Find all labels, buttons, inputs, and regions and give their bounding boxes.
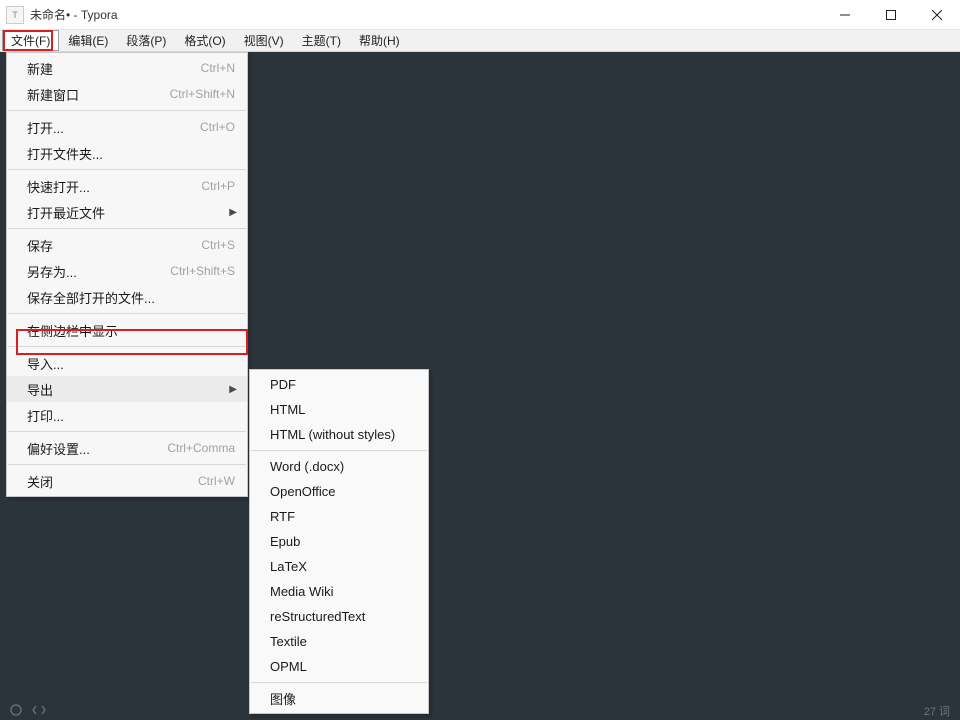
export-menu-item[interactable]: Word (.docx) <box>250 454 428 479</box>
menu-item[interactable]: 编辑(E) <box>59 30 117 51</box>
menu-item-label: 打开最近文件 <box>27 203 235 222</box>
window-title: 未命名• - Typora <box>30 6 118 23</box>
menu-separator <box>8 228 246 229</box>
menu-item-label: 打印... <box>27 406 235 425</box>
menu-item-shortcut: Ctrl+O <box>200 120 235 134</box>
menu-item-shortcut: Ctrl+P <box>201 179 235 193</box>
menu-item[interactable]: 帮助(H) <box>350 30 409 51</box>
menu-item-label: 导出 <box>27 380 235 399</box>
export-menu-item[interactable]: Media Wiki <box>250 579 428 604</box>
menu-item-label: 打开文件夹... <box>27 144 235 163</box>
export-menu-item[interactable]: OPML <box>250 654 428 679</box>
export-menu-item[interactable]: Epub <box>250 529 428 554</box>
file-menu-item[interactable]: 打开最近文件▶ <box>7 199 247 225</box>
file-menu-item[interactable]: 偏好设置...Ctrl+Comma <box>7 435 247 461</box>
menu-item-label: 保存 <box>27 236 201 255</box>
file-menu-item[interactable]: 保存Ctrl+S <box>7 232 247 258</box>
file-menu-item[interactable]: 打印... <box>7 402 247 428</box>
menu-item-shortcut: Ctrl+Comma <box>167 441 235 455</box>
file-menu-item[interactable]: 打开...Ctrl+O <box>7 114 247 140</box>
menu-bar: 文件(F)编辑(E)段落(P)格式(O)视图(V)主题(T)帮助(H) <box>0 30 960 52</box>
menu-separator <box>251 450 427 451</box>
code-icon[interactable] <box>32 704 46 719</box>
menu-item[interactable]: 段落(P) <box>117 30 175 51</box>
status-bar: 27 词 <box>0 702 960 720</box>
menu-item-shortcut: Ctrl+W <box>198 474 235 488</box>
title-bar: T 未命名• - Typora <box>0 0 960 30</box>
file-menu-item[interactable]: 关闭Ctrl+W <box>7 468 247 494</box>
menu-item-label: 关闭 <box>27 472 198 491</box>
file-menu-dropdown: 新建Ctrl+N新建窗口Ctrl+Shift+N打开...Ctrl+O打开文件夹… <box>6 52 248 497</box>
menu-item-shortcut: Ctrl+N <box>201 61 235 75</box>
export-menu-item[interactable]: OpenOffice <box>250 479 428 504</box>
menu-separator <box>8 464 246 465</box>
menu-item[interactable]: 文件(F) <box>2 30 59 51</box>
minimize-button[interactable] <box>822 0 868 30</box>
menu-item-label: 新建窗口 <box>27 85 170 104</box>
close-button[interactable] <box>914 0 960 30</box>
menu-item-label: 快速打开... <box>27 177 201 196</box>
menu-item[interactable]: 格式(O) <box>175 30 234 51</box>
menu-item-shortcut: Ctrl+S <box>201 238 235 252</box>
menu-separator <box>8 431 246 432</box>
export-menu-item[interactable]: reStructuredText <box>250 604 428 629</box>
menu-item[interactable]: 视图(V) <box>235 30 293 51</box>
export-menu-item[interactable]: 图像 <box>250 686 428 711</box>
file-menu-item[interactable]: 新建Ctrl+N <box>7 55 247 81</box>
menu-item-shortcut: Ctrl+Shift+N <box>170 87 235 101</box>
menu-item-label: 打开... <box>27 118 200 137</box>
export-menu-item[interactable]: HTML (without styles) <box>250 422 428 447</box>
menu-separator <box>8 110 246 111</box>
file-menu-item[interactable]: 在侧边栏中显示 <box>7 317 247 343</box>
word-count[interactable]: 27 词 <box>924 703 950 719</box>
menu-item-label: 另存为... <box>27 262 170 281</box>
menu-separator <box>251 682 427 683</box>
export-menu-item[interactable]: Textile <box>250 629 428 654</box>
export-submenu: PDFHTMLHTML (without styles) Word (.docx)… <box>249 369 429 714</box>
file-menu-item[interactable]: 导入... <box>7 350 247 376</box>
file-menu-item[interactable]: 保存全部打开的文件... <box>7 284 247 310</box>
menu-item-label: 在侧边栏中显示 <box>27 321 235 340</box>
file-menu-item[interactable]: 另存为...Ctrl+Shift+S <box>7 258 247 284</box>
menu-item-label: 保存全部打开的文件... <box>27 288 235 307</box>
submenu-arrow-icon: ▶ <box>229 207 237 218</box>
menu-separator <box>8 169 246 170</box>
export-menu-item[interactable]: PDF <box>250 372 428 397</box>
window-controls <box>822 0 960 30</box>
outline-icon[interactable] <box>10 704 22 719</box>
menu-item-label: 偏好设置... <box>27 439 167 458</box>
menu-separator <box>8 346 246 347</box>
maximize-button[interactable] <box>868 0 914 30</box>
menu-item[interactable]: 主题(T) <box>293 30 350 51</box>
menu-item-shortcut: Ctrl+Shift+S <box>170 264 235 278</box>
export-menu-item[interactable]: LaTeX <box>250 554 428 579</box>
export-menu-item[interactable]: RTF <box>250 504 428 529</box>
file-menu-item[interactable]: 导出▶ <box>7 376 247 402</box>
file-menu-item[interactable]: 新建窗口Ctrl+Shift+N <box>7 81 247 107</box>
submenu-arrow-icon: ▶ <box>229 384 237 395</box>
file-menu-item[interactable]: 打开文件夹... <box>7 140 247 166</box>
export-menu-item[interactable]: HTML <box>250 397 428 422</box>
menu-item-label: 新建 <box>27 59 201 78</box>
app-icon: T <box>6 6 24 24</box>
menu-separator <box>8 313 246 314</box>
file-menu-item[interactable]: 快速打开...Ctrl+P <box>7 173 247 199</box>
menu-item-label: 导入... <box>27 354 235 373</box>
